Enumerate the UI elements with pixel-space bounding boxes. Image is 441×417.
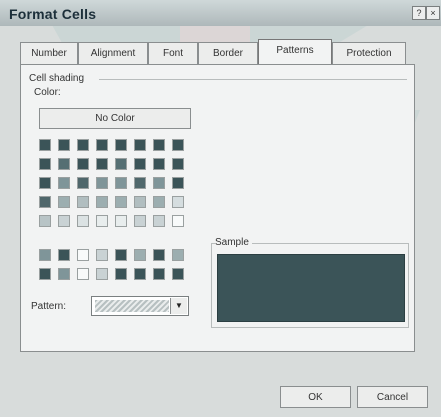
color-swatch[interactable] [115, 139, 127, 151]
color-swatch[interactable] [77, 139, 89, 151]
color-swatch[interactable] [96, 158, 108, 170]
color-swatch[interactable] [39, 177, 51, 189]
color-swatch[interactable] [58, 268, 70, 280]
color-swatch[interactable] [39, 139, 51, 151]
color-swatch[interactable] [153, 158, 165, 170]
color-swatch[interactable] [134, 158, 146, 170]
color-swatch[interactable] [39, 215, 51, 227]
color-swatch[interactable] [77, 196, 89, 208]
tab-font[interactable]: Font [148, 42, 198, 64]
color-swatch[interactable] [58, 158, 70, 170]
color-swatch[interactable] [172, 177, 184, 189]
color-swatch[interactable] [153, 215, 165, 227]
color-swatch[interactable] [96, 196, 108, 208]
color-swatch[interactable] [77, 177, 89, 189]
pattern-select[interactable]: ▼ [91, 296, 189, 316]
window-title: Format Cells [9, 6, 97, 22]
color-swatch[interactable] [172, 249, 184, 261]
cell-shading-divider [99, 79, 407, 80]
color-label: Color: [34, 87, 61, 98]
color-swatch[interactable] [153, 139, 165, 151]
sample-preview [217, 254, 405, 322]
color-swatch[interactable] [134, 139, 146, 151]
color-swatch[interactable] [153, 177, 165, 189]
color-swatch[interactable] [134, 215, 146, 227]
tab-number[interactable]: Number [20, 42, 78, 64]
color-swatch[interactable] [77, 158, 89, 170]
color-swatch[interactable] [134, 196, 146, 208]
color-swatch[interactable] [39, 268, 51, 280]
color-swatch[interactable] [58, 215, 70, 227]
color-swatch[interactable] [77, 215, 89, 227]
color-swatch[interactable] [172, 215, 184, 227]
format-cells-dialog: Format Cells ? × Number Alignment Font B… [0, 0, 441, 417]
pattern-swatch-icon [95, 300, 169, 312]
tab-patterns[interactable]: Patterns [258, 39, 332, 64]
cancel-button[interactable]: Cancel [357, 386, 428, 408]
color-swatch[interactable] [58, 139, 70, 151]
color-swatch[interactable] [77, 268, 89, 280]
title-bar: Format Cells ? × [0, 0, 441, 26]
color-swatch[interactable] [39, 158, 51, 170]
color-swatch[interactable] [172, 268, 184, 280]
color-swatch[interactable] [153, 196, 165, 208]
color-swatch[interactable] [96, 249, 108, 261]
tab-border[interactable]: Border [198, 42, 258, 64]
color-swatch[interactable] [58, 249, 70, 261]
patterns-panel: Cell shading Color: No Color Sample Patt… [20, 64, 415, 352]
color-swatch[interactable] [115, 177, 127, 189]
close-icon[interactable]: × [426, 6, 440, 20]
color-swatch[interactable] [172, 196, 184, 208]
color-swatch[interactable] [115, 215, 127, 227]
no-color-button[interactable]: No Color [39, 108, 191, 129]
color-swatch[interactable] [172, 158, 184, 170]
chevron-down-icon[interactable]: ▼ [170, 298, 187, 314]
tab-protection[interactable]: Protection [332, 42, 406, 64]
pattern-label: Pattern: [31, 301, 67, 312]
color-swatch[interactable] [58, 177, 70, 189]
color-swatch[interactable] [115, 249, 127, 261]
color-swatch[interactable] [96, 268, 108, 280]
ok-button[interactable]: OK [280, 386, 351, 408]
color-swatch[interactable] [96, 177, 108, 189]
cell-shading-label: Cell shading [29, 73, 85, 84]
color-swatch[interactable] [172, 139, 184, 151]
color-swatch[interactable] [96, 139, 108, 151]
color-swatch[interactable] [134, 268, 146, 280]
color-swatch[interactable] [39, 249, 51, 261]
help-icon[interactable]: ? [412, 6, 426, 20]
color-swatch[interactable] [134, 177, 146, 189]
color-swatch[interactable] [115, 268, 127, 280]
color-swatch[interactable] [77, 249, 89, 261]
sample-label: Sample [215, 237, 252, 248]
color-swatch[interactable] [153, 249, 165, 261]
color-swatch[interactable] [134, 249, 146, 261]
color-swatch[interactable] [96, 215, 108, 227]
color-swatch[interactable] [58, 196, 70, 208]
tab-alignment[interactable]: Alignment [78, 42, 148, 64]
color-swatch[interactable] [39, 196, 51, 208]
color-swatch[interactable] [115, 158, 127, 170]
color-swatch[interactable] [115, 196, 127, 208]
color-swatch[interactable] [153, 268, 165, 280]
